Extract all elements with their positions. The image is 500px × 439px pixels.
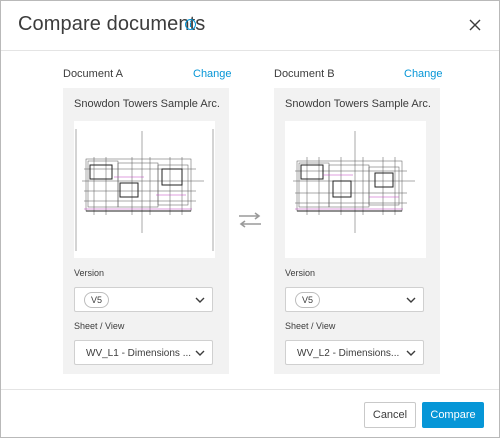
document-b-sheet-label: Sheet / View	[285, 321, 336, 331]
document-a-thumbnail	[74, 121, 215, 258]
close-icon[interactable]	[468, 18, 482, 32]
document-b-sheet-select[interactable]: WV_L2 - Dimensions...	[285, 340, 424, 365]
chevron-down-icon	[195, 350, 205, 356]
floor-plan-drawing	[293, 131, 415, 233]
document-b-version-select[interactable]: V5	[285, 287, 424, 312]
dialog-header: Compare documents i	[1, 1, 499, 51]
sheet-value: WV_L2 - Dimensions...	[297, 348, 400, 359]
document-a-name: Snowdon Towers Sample Arc...	[74, 98, 220, 110]
floor-plan-drawing	[75, 129, 214, 251]
document-b-thumbnail	[285, 121, 426, 258]
compare-button[interactable]: Compare	[422, 402, 484, 428]
chevron-down-icon	[195, 297, 205, 303]
document-b-change-link[interactable]: Change	[404, 68, 443, 80]
document-a-sheet-select[interactable]: WV_L1 - Dimensions ...	[74, 340, 213, 365]
swap-arrows-icon[interactable]	[237, 212, 263, 228]
version-badge: V5	[295, 292, 321, 308]
dialog-title: Compare documents	[18, 13, 206, 35]
document-a-panel: Snowdon Towers Sample Arc... Version V5 …	[63, 88, 229, 374]
compare-documents-dialog: Compare documents i Document A Change Sn…	[0, 0, 500, 438]
dialog-footer: Cancel Compare	[1, 389, 499, 439]
document-a-sheet-label: Sheet / View	[74, 321, 125, 331]
cancel-button[interactable]: Cancel	[364, 402, 416, 428]
document-b-panel: Snowdon Towers Sample Arc... Version V5 …	[274, 88, 440, 374]
chevron-down-icon	[406, 350, 416, 356]
document-a-change-link[interactable]: Change	[193, 68, 232, 80]
document-b-label: Document B	[274, 68, 335, 80]
document-a-version-label: Version	[74, 268, 105, 278]
document-a-label: Document A	[63, 68, 123, 80]
document-b-version-label: Version	[285, 268, 316, 278]
document-a-version-select[interactable]: V5	[74, 287, 213, 312]
sheet-value: WV_L1 - Dimensions ...	[86, 348, 192, 359]
info-icon[interactable]: i	[185, 19, 196, 30]
chevron-down-icon	[406, 297, 416, 303]
document-b-name: Snowdon Towers Sample Arc...	[285, 98, 431, 110]
version-badge: V5	[84, 292, 110, 308]
